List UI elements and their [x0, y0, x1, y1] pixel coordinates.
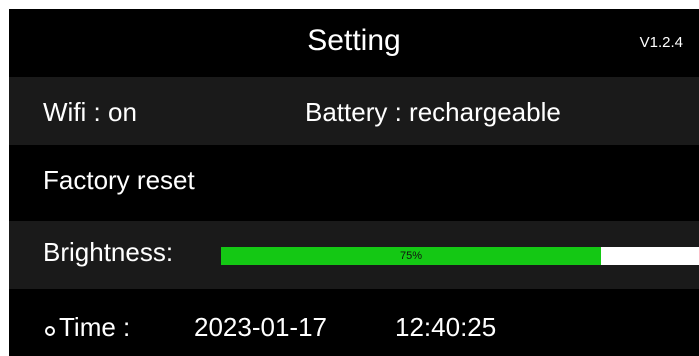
status-row: Wifi : on Battery : rechargeable: [9, 77, 699, 145]
settings-screen: Setting V1.2.4 Wifi : on Battery : recha…: [9, 9, 699, 356]
wifi-setting[interactable]: Wifi : on: [43, 96, 137, 128]
factory-reset-row[interactable]: Factory reset: [9, 145, 699, 213]
battery-setting[interactable]: Battery : rechargeable: [305, 96, 561, 128]
header-row: Setting V1.2.4: [9, 9, 699, 77]
time-date: 2023-01-17: [194, 312, 327, 342]
time-label: Time :: [59, 312, 131, 342]
page-title: Setting: [307, 24, 401, 57]
brightness-value: 75%: [399, 250, 423, 262]
ring-dot-icon: [45, 326, 55, 336]
time-clock: 12:40:25: [395, 312, 497, 342]
brightness-row: Brightness: 75%: [9, 221, 699, 289]
factory-reset-label: Factory reset: [43, 165, 195, 195]
brightness-label: Brightness:: [43, 237, 174, 267]
brightness-slider[interactable]: 75%: [221, 247, 699, 265]
time-row[interactable]: Time : 2023-01-17 12:40:25: [9, 289, 699, 356]
version-label: V1.2.4: [639, 34, 683, 51]
